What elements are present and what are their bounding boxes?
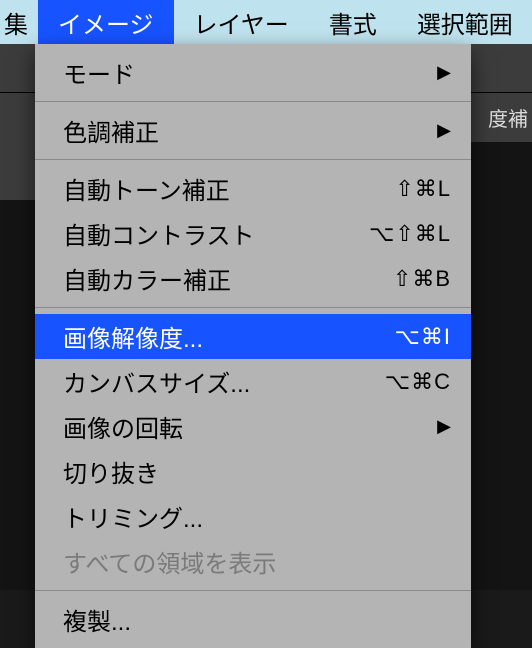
image-menu-dropdown: モード ▶ 色調補正 ▶ 自動トーン補正 ⇧⌘L 自動コントラスト ⌥⇧⌘L 自… bbox=[35, 44, 471, 648]
menu-item-crop[interactable]: 切り抜き bbox=[35, 449, 471, 494]
menu-item-label: 複製... bbox=[63, 602, 131, 637]
menu-item-canvas-size[interactable]: カンバスサイズ... ⌥⌘C bbox=[35, 359, 471, 404]
menu-item-image-size[interactable]: 画像解像度... ⌥⌘I bbox=[35, 314, 471, 359]
menubar-item-partial[interactable]: 集 bbox=[0, 0, 38, 44]
menu-item-label: 画像の回転 bbox=[63, 409, 183, 444]
submenu-arrow-icon: ▶ bbox=[437, 62, 451, 83]
document-tab-partial[interactable] bbox=[0, 142, 38, 200]
menu-separator bbox=[35, 307, 471, 308]
menu-item-label: すべての領域を表示 bbox=[63, 544, 276, 579]
menu-item-adjustments[interactable]: 色調補正 ▶ bbox=[35, 108, 471, 153]
submenu-arrow-icon: ▶ bbox=[437, 120, 451, 141]
menu-item-reveal-all: すべての領域を表示 bbox=[35, 539, 471, 584]
menubar-item-image[interactable]: イメージ bbox=[38, 0, 174, 44]
submenu-arrow-icon: ▶ bbox=[437, 416, 451, 437]
menu-item-shortcut: ⌥⌘C bbox=[385, 369, 451, 395]
menu-item-label: 自動カラー補正 bbox=[63, 261, 231, 296]
menu-item-trim[interactable]: トリミング... bbox=[35, 494, 471, 539]
menu-item-label: 切り抜き bbox=[63, 454, 159, 489]
menu-item-label: トリミング... bbox=[63, 499, 203, 534]
menu-item-auto-tone[interactable]: 自動トーン補正 ⇧⌘L bbox=[35, 166, 471, 211]
menu-separator bbox=[35, 590, 471, 591]
menu-item-mode[interactable]: モード ▶ bbox=[35, 50, 471, 95]
menubar-item-layer[interactable]: レイヤー bbox=[174, 0, 309, 44]
menu-item-label: 自動コントラスト bbox=[63, 216, 255, 251]
toolbar-label-partial: 度補 bbox=[488, 103, 528, 132]
menu-item-shortcut: ⌥⌘I bbox=[395, 324, 451, 350]
menu-item-label: 自動トーン補正 bbox=[63, 171, 230, 206]
menu-item-label: 色調補正 bbox=[63, 113, 159, 148]
menubar: 集 イメージ レイヤー 書式 選択範囲 bbox=[0, 0, 532, 44]
menu-item-auto-color[interactable]: 自動カラー補正 ⇧⌘B bbox=[35, 256, 471, 301]
menu-item-label: 画像解像度... bbox=[63, 319, 203, 354]
menu-item-shortcut: ⇧⌘B bbox=[393, 266, 451, 292]
menu-item-image-rotation[interactable]: 画像の回転 ▶ bbox=[35, 404, 471, 449]
menu-item-label: モード bbox=[63, 55, 135, 90]
menu-separator bbox=[35, 101, 471, 102]
menu-separator bbox=[35, 159, 471, 160]
menu-item-shortcut: ⌥⇧⌘L bbox=[369, 221, 451, 247]
menubar-item-select[interactable]: 選択範囲 bbox=[397, 0, 532, 44]
menubar-item-type[interactable]: 書式 bbox=[309, 0, 397, 44]
menu-item-shortcut: ⇧⌘L bbox=[395, 176, 451, 202]
menu-item-auto-contrast[interactable]: 自動コントラスト ⌥⇧⌘L bbox=[35, 211, 471, 256]
menu-item-duplicate[interactable]: 複製... bbox=[35, 597, 471, 642]
menu-item-label: カンバスサイズ... bbox=[63, 364, 250, 399]
